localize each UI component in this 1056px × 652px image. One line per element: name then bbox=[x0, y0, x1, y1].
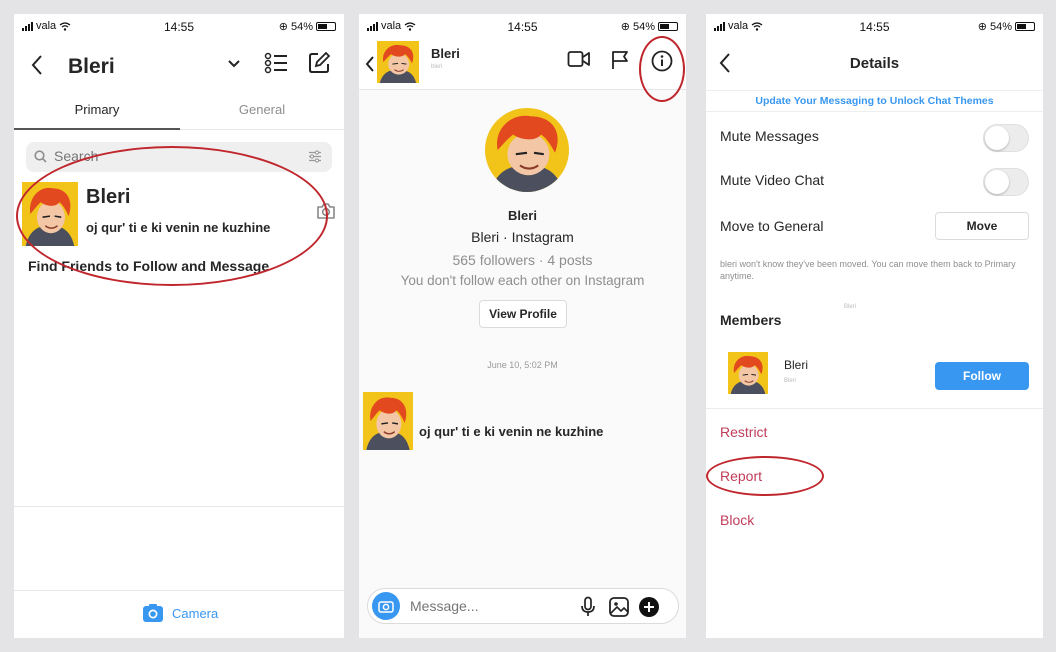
search-bar[interactable] bbox=[26, 142, 332, 172]
compose-icon[interactable] bbox=[308, 52, 330, 74]
search-input[interactable] bbox=[54, 148, 294, 164]
tiny-label: Bleri bbox=[844, 304, 857, 310]
info-icon[interactable] bbox=[651, 50, 673, 72]
camera-icon bbox=[143, 604, 163, 622]
conversation-row[interactable]: Bleri oj qur' ti e ki venin ne kuzhine bbox=[14, 180, 344, 250]
mute-video-row: Mute Video Chat bbox=[720, 164, 1029, 198]
status-bar: vala 14:55 ⊕ 54% bbox=[359, 14, 686, 36]
profile-subtitle: Bleri · Instagram bbox=[471, 229, 574, 245]
view-profile-button[interactable]: View Profile bbox=[479, 300, 567, 328]
chevron-down-icon[interactable] bbox=[228, 60, 240, 68]
inbox-screen: vala 14:55 ⊕ 54% Bleri Primary General B… bbox=[14, 14, 344, 638]
avatar bbox=[22, 182, 78, 246]
list-icon[interactable] bbox=[264, 52, 288, 74]
video-call-icon[interactable] bbox=[567, 50, 591, 68]
status-right: ⊕ 54% bbox=[978, 20, 1035, 33]
members-heading: Members bbox=[720, 312, 782, 328]
status-bar: vala 14:55 ⊕ 54% bbox=[706, 14, 1043, 36]
status-bar: vala 14:55 ⊕ 54% bbox=[14, 14, 344, 36]
message-input[interactable] bbox=[410, 598, 560, 614]
bottom-bar: Camera bbox=[14, 590, 344, 638]
inbox-title[interactable]: Bleri bbox=[68, 55, 115, 79]
flag-icon[interactable] bbox=[611, 50, 629, 70]
battery-percent: 54% bbox=[632, 20, 655, 33]
move-general-label: Move to General bbox=[720, 218, 824, 234]
camera-button[interactable]: Camera bbox=[142, 603, 218, 623]
move-button[interactable]: Move bbox=[935, 212, 1029, 240]
member-row[interactable]: Bleri Bleri Follow bbox=[706, 350, 1043, 400]
mute-video-toggle[interactable] bbox=[983, 168, 1029, 196]
avatar bbox=[363, 392, 413, 450]
message-composer bbox=[367, 588, 679, 624]
tab-general[interactable]: General bbox=[180, 102, 344, 117]
orientation-lock-icon: ⊕ bbox=[278, 21, 288, 33]
profile-name: Bleri bbox=[508, 208, 537, 223]
mute-video-label: Mute Video Chat bbox=[720, 172, 825, 188]
battery-percent: 54% bbox=[290, 20, 313, 33]
camera-icon bbox=[378, 601, 394, 613]
move-note: bleri won't know they've been moved. You… bbox=[720, 259, 1016, 282]
page-title: Details bbox=[849, 55, 900, 72]
battery-icon bbox=[658, 22, 678, 31]
back-icon[interactable] bbox=[365, 56, 375, 72]
follow-button[interactable]: Follow bbox=[935, 362, 1029, 390]
status-right: ⊕ 54% bbox=[621, 20, 678, 33]
back-icon[interactable] bbox=[30, 54, 44, 76]
add-icon[interactable] bbox=[638, 596, 660, 618]
profile-avatar[interactable] bbox=[485, 108, 569, 192]
microphone-icon[interactable] bbox=[580, 596, 596, 618]
camera-button[interactable] bbox=[372, 592, 400, 620]
gallery-icon[interactable] bbox=[608, 596, 630, 618]
battery-icon bbox=[1015, 22, 1035, 31]
mute-messages-toggle[interactable] bbox=[983, 124, 1029, 152]
camera-label: Camera bbox=[172, 605, 219, 621]
chat-header-name[interactable]: Bleri bbox=[431, 46, 460, 61]
divider bbox=[706, 408, 1043, 409]
filter-icon[interactable] bbox=[308, 150, 322, 163]
orientation-lock-icon: ⊕ bbox=[620, 21, 630, 33]
report-action[interactable]: Report bbox=[720, 468, 762, 484]
inbox-header: Bleri bbox=[14, 50, 344, 82]
search-icon bbox=[34, 150, 47, 163]
chat-header: Bleri bleri bbox=[359, 36, 686, 90]
restrict-action[interactable]: Restrict bbox=[720, 424, 767, 440]
details-header: Details bbox=[706, 50, 1043, 80]
battery-percent: 54% bbox=[989, 20, 1012, 33]
battery-icon bbox=[316, 22, 336, 31]
status-right: ⊕ 54% bbox=[279, 20, 336, 33]
camera-icon[interactable] bbox=[316, 202, 336, 220]
avatar bbox=[728, 352, 768, 394]
member-username: Bleri bbox=[784, 378, 797, 384]
tab-primary[interactable]: Primary bbox=[14, 102, 180, 117]
mute-messages-label: Mute Messages bbox=[720, 128, 819, 144]
conversation-preview: oj qur' ti e ki venin ne kuzhine bbox=[86, 220, 271, 235]
member-name: Bleri bbox=[784, 358, 809, 372]
chat-header-username: bleri bbox=[431, 64, 443, 70]
message-timestamp: June 10, 5:02 PM bbox=[487, 360, 558, 370]
avatar[interactable] bbox=[377, 40, 419, 84]
conversation-name: Bleri bbox=[86, 186, 131, 208]
chat-screen: vala 14:55 ⊕ 54% Bleri bleri Bleri Bleri… bbox=[359, 14, 686, 638]
inbox-tabs: Primary General bbox=[14, 98, 344, 130]
move-general-row: Move to General Move bbox=[720, 210, 1029, 244]
active-tab-indicator bbox=[14, 128, 180, 130]
chat-themes-banner[interactable]: Update Your Messaging to Unlock Chat The… bbox=[706, 90, 1043, 112]
orientation-lock-icon: ⊕ bbox=[977, 21, 987, 33]
mute-messages-row: Mute Messages bbox=[720, 120, 1029, 154]
follow-status: You don't follow each other on Instagram bbox=[400, 273, 645, 288]
message-text: oj qur' ti e ki venin ne kuzhine bbox=[419, 424, 604, 439]
details-screen: vala 14:55 ⊕ 54% Details Update Your Mes… bbox=[706, 14, 1043, 638]
block-action[interactable]: Block bbox=[720, 512, 754, 528]
find-friends-link[interactable]: Find Friends to Follow and Message bbox=[28, 258, 269, 274]
profile-stats: 565 followers · 4 posts bbox=[452, 252, 593, 268]
divider bbox=[14, 506, 344, 507]
